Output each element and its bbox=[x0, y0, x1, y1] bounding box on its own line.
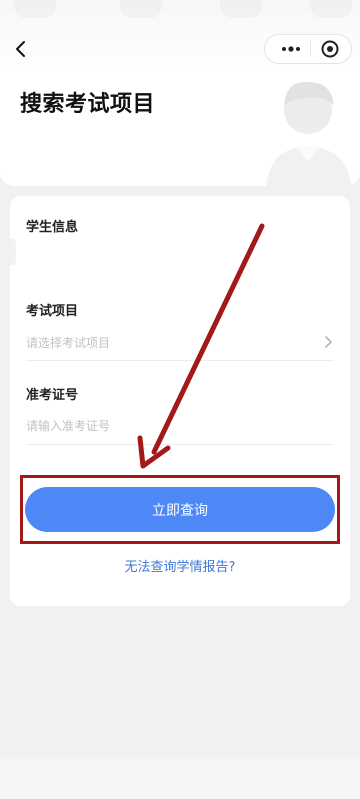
help-link[interactable]: 无法查询学情报告? bbox=[0, 556, 360, 575]
more-dots-icon bbox=[282, 46, 300, 52]
admission-number-label: 准考证号 bbox=[26, 388, 79, 403]
faded-shape bbox=[14, 0, 56, 18]
card-edge-stub bbox=[10, 239, 16, 265]
exam-item-placeholder: 请选择考试项目 bbox=[26, 335, 111, 350]
header-area: 搜索考试项目 bbox=[0, 0, 360, 186]
faded-shape bbox=[220, 0, 262, 18]
back-button[interactable] bbox=[8, 36, 34, 62]
admission-number-row bbox=[26, 408, 334, 445]
faded-status-area bbox=[0, 0, 360, 20]
bottom-strip bbox=[0, 757, 360, 799]
chevron-right-icon bbox=[325, 336, 332, 348]
submit-query-button[interactable]: 立即查询 bbox=[25, 487, 335, 532]
faded-shape bbox=[310, 0, 352, 18]
capsule-divider bbox=[310, 41, 311, 57]
target-circle-icon bbox=[321, 40, 339, 58]
more-button[interactable] bbox=[279, 39, 303, 59]
page-title: 搜索考试项目 bbox=[20, 92, 156, 117]
exam-item-select[interactable]: 请选择考试项目 bbox=[26, 324, 334, 361]
close-button[interactable] bbox=[318, 39, 342, 59]
search-form-card: 学生信息 考试项目 请选择考试项目 准考证号 bbox=[10, 196, 350, 606]
faded-shape bbox=[120, 0, 162, 18]
student-illustration-icon bbox=[266, 81, 352, 186]
student-info-label: 学生信息 bbox=[26, 220, 79, 235]
admission-number-input[interactable] bbox=[26, 419, 334, 433]
chevron-left-icon bbox=[16, 41, 25, 57]
mini-program-capsule bbox=[264, 34, 352, 64]
exam-item-label: 考试项目 bbox=[26, 304, 79, 319]
